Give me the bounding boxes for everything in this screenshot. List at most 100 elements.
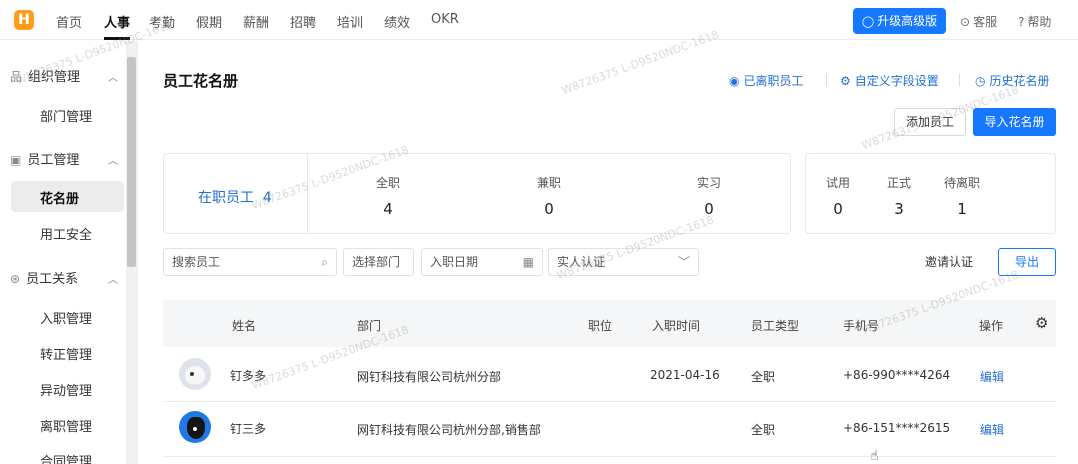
nav-okr[interactable]: OKR bbox=[431, 12, 459, 27]
edit-link[interactable]: 编辑 bbox=[980, 421, 1004, 438]
sidebar-item-safety[interactable]: 用工安全 bbox=[40, 224, 92, 243]
nav-training[interactable]: 培训 bbox=[337, 12, 363, 31]
stat-probation-value[interactable]: 0 bbox=[818, 200, 858, 218]
service-link[interactable]: ⊙ 客服 bbox=[960, 13, 997, 30]
employee-type: 全职 bbox=[751, 370, 776, 384]
employee-join-date: 2021-04-16 bbox=[650, 368, 720, 382]
sidebar-item-onboarding[interactable]: 入职管理 bbox=[40, 308, 92, 327]
sidebar-scroll-thumb[interactable] bbox=[127, 57, 136, 267]
avatar bbox=[179, 411, 211, 443]
nav-performance[interactable]: 绩效 bbox=[384, 12, 410, 31]
nav-payroll[interactable]: 薪酬 bbox=[243, 12, 269, 31]
history-roster-link[interactable]: ◷ 历史花名册 bbox=[975, 72, 1050, 89]
active-employee-label: 在职员工 bbox=[198, 190, 254, 206]
nav-leave[interactable]: 假期 bbox=[196, 12, 222, 31]
row-divider bbox=[163, 456, 1056, 457]
employee-phone: +86-990****4264 bbox=[843, 368, 951, 382]
chevron-up-icon[interactable]: ︿ bbox=[108, 69, 118, 84]
sidebar-item-transfer[interactable]: 异动管理 bbox=[40, 380, 92, 399]
history-roster-label: 历史花名册 bbox=[989, 74, 1050, 88]
sidebar-item-roster[interactable]: 花名册 bbox=[40, 188, 79, 207]
employee-department: 网钉科技有限公司杭州分部 bbox=[357, 370, 502, 384]
column-settings-icon[interactable]: ⚙ bbox=[1035, 314, 1048, 332]
employee-name[interactable]: 钉三多 bbox=[230, 420, 266, 437]
employee-department: 网钉科技有限公司杭州分部,销售部 bbox=[357, 423, 541, 437]
sidebar-group-relations[interactable]: ⊛ 员工关系 bbox=[10, 268, 78, 287]
help-link[interactable]: ? 帮助 bbox=[1018, 13, 1051, 30]
stat-fulltime-label: 全职 bbox=[375, 176, 400, 190]
help-label: 帮助 bbox=[1027, 15, 1052, 29]
nav-home[interactable]: 首页 bbox=[56, 12, 82, 31]
id-card-icon: ▣ bbox=[10, 153, 22, 167]
history-icon: ◷ bbox=[975, 74, 986, 88]
column-action: 操作 bbox=[979, 319, 1004, 333]
upgrade-button[interactable]: ◯ 升级高级版 bbox=[853, 8, 946, 34]
stat-intern-value[interactable]: 0 bbox=[689, 200, 729, 218]
stat-parttime-label: 兼职 bbox=[536, 176, 561, 190]
upgrade-icon: ◯ bbox=[861, 15, 875, 28]
stat-parttime-value[interactable]: 0 bbox=[529, 200, 569, 218]
settings-icon: ⚙ bbox=[840, 74, 851, 88]
stat-fulltime-value[interactable]: 4 bbox=[368, 200, 408, 218]
sidebar-item-contract[interactable]: 合同管理 bbox=[40, 451, 92, 464]
upgrade-label: 升级高级版 bbox=[877, 14, 938, 28]
sidebar-item-regularization[interactable]: 转正管理 bbox=[40, 344, 92, 363]
nav-recruit[interactable]: 招聘 bbox=[290, 12, 316, 31]
divider bbox=[826, 74, 827, 86]
column-department: 部门 bbox=[357, 319, 382, 333]
edit-link[interactable]: 编辑 bbox=[980, 368, 1004, 385]
custom-fields-label: 自定义字段设置 bbox=[854, 74, 939, 88]
employee-phone: +86-151****2615 bbox=[843, 421, 951, 435]
page-title: 员工花名册 bbox=[163, 72, 239, 90]
avatar bbox=[179, 358, 211, 390]
department-select-label: 选择部门 bbox=[352, 255, 401, 269]
nav-attendance[interactable]: 考勤 bbox=[149, 12, 175, 31]
search-placeholder: 搜索员工 bbox=[172, 255, 221, 269]
export-button[interactable]: 导出 bbox=[998, 248, 1056, 276]
row-divider bbox=[163, 401, 1056, 402]
active-employee-count[interactable]: 在职员工 4 bbox=[198, 187, 272, 207]
import-roster-button[interactable]: 导入花名册 bbox=[973, 108, 1056, 136]
add-employee-button[interactable]: 添加员工 bbox=[894, 108, 966, 136]
column-phone: 手机号 bbox=[843, 319, 880, 333]
stat-probation-label: 试用 bbox=[825, 176, 850, 190]
stat-pending-leave-value[interactable]: 1 bbox=[936, 200, 988, 218]
custom-fields-link[interactable]: ⚙ 自定义字段设置 bbox=[840, 72, 939, 89]
sidebar-scrollbar[interactable] bbox=[126, 41, 137, 464]
top-nav: H 首页 人事 考勤 假期 薪酬 招聘 培训 绩效 OKR ◯ 升级高级版 ⊙ 客服… bbox=[0, 0, 1078, 40]
nav-hr[interactable]: 人事 bbox=[104, 12, 130, 31]
chevron-up-icon[interactable]: ︿ bbox=[108, 152, 118, 167]
divider bbox=[959, 74, 960, 86]
search-icon: ⌕ bbox=[321, 255, 328, 269]
sidebar bbox=[0, 41, 138, 464]
column-join-date: 入职时间 bbox=[652, 319, 701, 333]
resigned-employees-link[interactable]: ◉ 已离职员工 bbox=[729, 72, 804, 89]
invite-verify-button[interactable]: 邀请认证 bbox=[912, 248, 986, 276]
active-employee-value: 4 bbox=[262, 190, 272, 206]
stat-pending-leave-label: 待离职 bbox=[943, 176, 980, 190]
app-logo[interactable]: H bbox=[14, 10, 34, 30]
help-icon: ? bbox=[1018, 15, 1025, 29]
sidebar-group-relations-label: 员工关系 bbox=[26, 272, 79, 287]
sidebar-group-org-label: 组织管理 bbox=[28, 70, 81, 85]
divider bbox=[307, 154, 308, 233]
department-select[interactable]: 选择部门 bbox=[343, 248, 414, 276]
chevron-up-icon[interactable]: ︿ bbox=[108, 271, 118, 286]
sidebar-item-department[interactable]: 部门管理 bbox=[40, 106, 92, 125]
service-label: 客服 bbox=[973, 15, 998, 29]
sidebar-group-org[interactable]: 品组织管理 bbox=[10, 66, 80, 85]
sidebar-item-resignation[interactable]: 离职管理 bbox=[40, 416, 92, 435]
join-date-picker[interactable]: 入职日期 ▦ bbox=[421, 248, 543, 276]
calendar-icon: ▦ bbox=[522, 255, 534, 269]
column-position: 职位 bbox=[588, 319, 613, 333]
stat-regular-value[interactable]: 3 bbox=[879, 200, 919, 218]
verification-select[interactable]: 实人认证 ﹀ bbox=[548, 248, 699, 276]
relations-icon: ⊛ bbox=[10, 272, 21, 286]
search-input[interactable]: 搜索员工 ⌕ bbox=[163, 248, 337, 276]
verification-select-label: 实人认证 bbox=[557, 255, 606, 269]
nav-active-indicator bbox=[104, 37, 130, 40]
eye-icon: ◉ bbox=[729, 74, 740, 88]
employee-name[interactable]: 钉多多 bbox=[230, 367, 266, 384]
sidebar-group-employee[interactable]: ▣ 员工管理 bbox=[10, 149, 79, 168]
join-date-label: 入职日期 bbox=[430, 255, 479, 269]
